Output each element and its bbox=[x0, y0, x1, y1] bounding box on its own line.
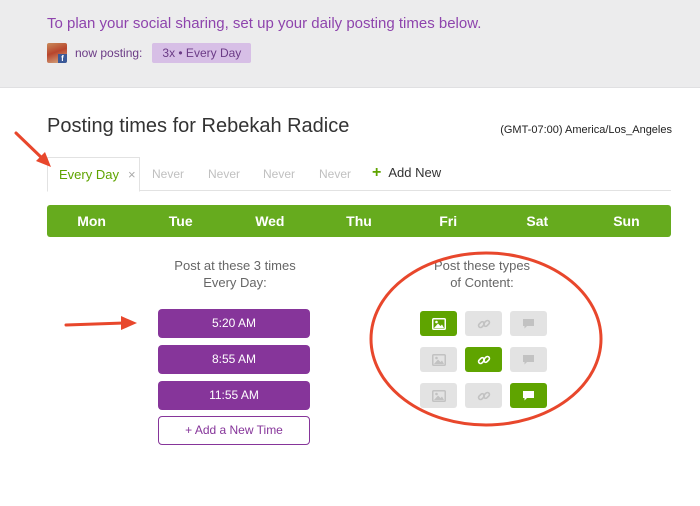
day-mon[interactable]: Mon bbox=[47, 205, 136, 237]
add-new-time-button[interactable]: + Add a New Time bbox=[158, 416, 310, 445]
link-icon bbox=[477, 389, 491, 403]
time-slot-button[interactable]: 11:55 AM bbox=[158, 381, 310, 410]
content-type-toggle[interactable] bbox=[420, 311, 457, 336]
day-sun[interactable]: Sun bbox=[582, 205, 671, 237]
content-type-toggle[interactable] bbox=[510, 311, 547, 336]
days-bar: Mon Tue Wed Thu Fri Sat Sun bbox=[47, 205, 671, 237]
tab-never-2[interactable]: Never bbox=[208, 167, 240, 181]
time-slot-button[interactable]: 5:20 AM bbox=[158, 309, 310, 338]
times-heading-line2: Every Day: bbox=[203, 275, 267, 290]
add-new-tab-button[interactable]: + Add New bbox=[372, 163, 442, 181]
content-type-toggle[interactable] bbox=[465, 311, 502, 336]
now-posting-label: now posting: bbox=[75, 46, 143, 60]
now-posting-row: f now posting: 3x • Every Day bbox=[47, 42, 252, 64]
tab-never-4[interactable]: Never bbox=[319, 167, 351, 181]
image-icon bbox=[431, 389, 446, 402]
content-type-toggle[interactable] bbox=[420, 383, 457, 408]
content-heading-line2: of Content: bbox=[450, 275, 514, 290]
content-type-toggle[interactable] bbox=[510, 383, 547, 408]
day-thu[interactable]: Thu bbox=[314, 205, 403, 237]
tab-never-1[interactable]: Never bbox=[152, 167, 184, 181]
comment-icon bbox=[522, 390, 535, 402]
content-type-toggle[interactable] bbox=[420, 347, 457, 372]
banner-message: To plan your social sharing, set up your… bbox=[47, 15, 482, 32]
content-type-toggle[interactable] bbox=[510, 347, 547, 372]
schedule-tabs: Every Day × Never Never Never Never + Ad… bbox=[47, 157, 671, 192]
link-icon bbox=[477, 317, 491, 331]
day-wed[interactable]: Wed bbox=[225, 205, 314, 237]
times-heading-line1: Post at these 3 times bbox=[174, 258, 296, 273]
day-tue[interactable]: Tue bbox=[136, 205, 225, 237]
content-types-heading: Post these types of Content: bbox=[382, 257, 582, 291]
content-type-toggle[interactable] bbox=[465, 383, 502, 408]
annotation-arrow-icon bbox=[14, 131, 51, 167]
add-new-label: Add New bbox=[388, 165, 442, 180]
content-type-toggle[interactable] bbox=[465, 347, 502, 372]
comment-icon bbox=[522, 318, 535, 330]
facebook-icon: f bbox=[58, 54, 67, 63]
image-icon bbox=[431, 353, 446, 366]
tab-every-day[interactable]: Every Day × bbox=[47, 157, 140, 192]
day-sat[interactable]: Sat bbox=[493, 205, 582, 237]
page-title: Posting times for Rebekah Radice bbox=[47, 115, 350, 137]
times-heading: Post at these 3 times Every Day: bbox=[135, 257, 335, 291]
tab-every-day-label: Every Day bbox=[59, 167, 119, 182]
timezone-label[interactable]: (GMT-07:00) America/Los_Angeles bbox=[500, 124, 672, 136]
content-heading-line1: Post these types bbox=[433, 258, 531, 273]
frequency-badge[interactable]: 3x • Every Day bbox=[152, 43, 252, 63]
comment-icon bbox=[522, 354, 535, 366]
day-fri[interactable]: Fri bbox=[404, 205, 493, 237]
top-banner: To plan your social sharing, set up your… bbox=[0, 0, 700, 88]
tab-never-3[interactable]: Never bbox=[263, 167, 295, 181]
avatar: f bbox=[47, 43, 67, 63]
image-icon bbox=[431, 317, 446, 330]
close-icon[interactable]: × bbox=[128, 167, 136, 182]
link-icon bbox=[477, 353, 491, 367]
annotation-arrow-icon bbox=[64, 316, 137, 330]
time-slot-button[interactable]: 8:55 AM bbox=[158, 345, 310, 374]
plus-icon: + bbox=[372, 163, 382, 181]
